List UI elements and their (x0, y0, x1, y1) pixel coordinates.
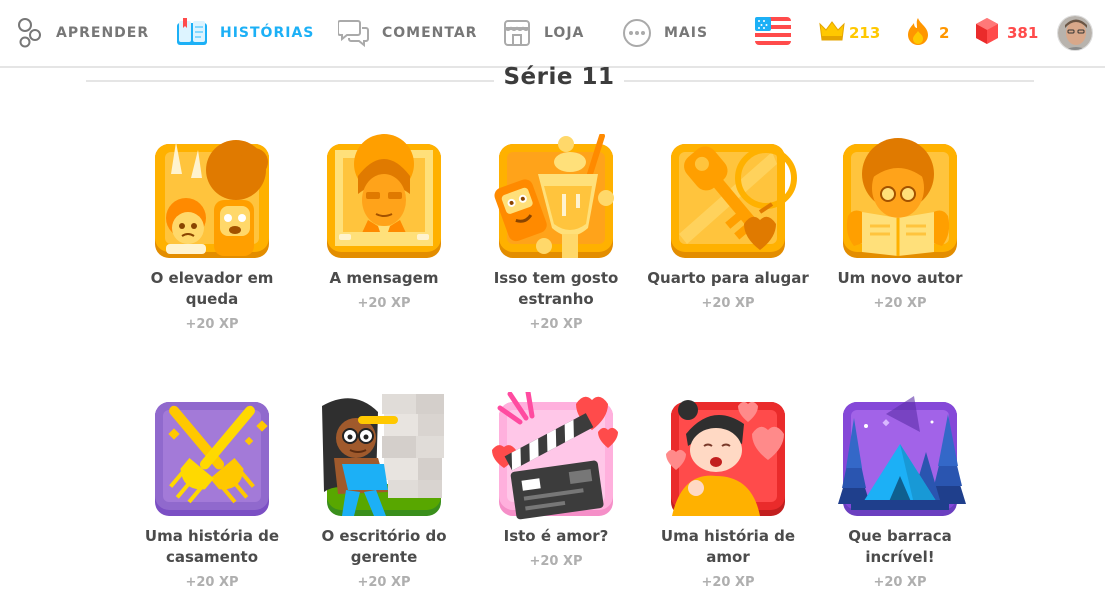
story-xp: +20 XP (529, 317, 583, 332)
crowns-count: 213 (849, 24, 881, 42)
nav-discuss[interactable]: COMENTAR (338, 16, 477, 50)
streak-counter[interactable]: 2 (906, 18, 949, 48)
nav-more-label: MAIS (664, 25, 709, 41)
gems-counter[interactable]: 381 (974, 18, 1038, 48)
shop-icon (502, 18, 532, 48)
story-card[interactable]: A mensagem +20 XP (298, 134, 470, 311)
story-xp: +20 XP (873, 575, 927, 590)
nav-learn-label: APRENDER (56, 25, 150, 41)
divider-right (624, 80, 1034, 82)
key-story-icon (642, 134, 814, 264)
nav-stories[interactable]: HISTÓRIAS (176, 16, 314, 50)
story-xp: +20 XP (873, 296, 927, 311)
book-icon (176, 18, 208, 48)
story-xp: +20 XP (185, 575, 239, 590)
gems-count: 381 (1007, 24, 1039, 42)
clapperboard-story-icon (470, 392, 642, 522)
story-title: Um novo autor (837, 269, 963, 287)
streak-count: 2 (939, 24, 950, 42)
story-title: Isto é amor? (503, 527, 609, 545)
story-xp: +20 XP (701, 296, 755, 311)
book-reader-story-icon (814, 134, 986, 264)
story-title: Quarto para alugar (647, 269, 809, 287)
more-icon (622, 18, 652, 48)
nav-more[interactable]: MAIS (622, 16, 708, 50)
story-card[interactable]: Que barraca incrível! +20 XP (814, 392, 986, 590)
language-selector[interactable] (755, 17, 791, 49)
series-title: Série 11 (503, 64, 615, 90)
story-card[interactable]: O elevador em queda +20 XP (126, 134, 298, 332)
story-card[interactable]: Isso tem gosto estranho +20 XP (470, 134, 642, 332)
forks-story-icon (126, 392, 298, 522)
story-card[interactable]: Uma história de amor +20 XP (642, 392, 814, 590)
story-title: Isso tem gosto estranho (493, 269, 619, 308)
nav-learn[interactable]: APRENDER (16, 16, 149, 50)
story-card[interactable]: Isto é amor? +20 XP (470, 392, 642, 569)
message-story-icon (298, 134, 470, 264)
gem-icon (974, 17, 1000, 49)
avatar[interactable] (1057, 15, 1093, 51)
story-card[interactable]: Quarto para alugar +20 XP (642, 134, 814, 311)
story-card[interactable]: Um novo autor +20 XP (814, 134, 986, 311)
boxes-story-icon (298, 392, 470, 522)
story-xp: +20 XP (529, 554, 583, 569)
drink-story-icon (470, 134, 642, 264)
story-title: O escritório do gerente (321, 527, 447, 566)
divider-left (86, 80, 494, 82)
us-flag-icon (755, 17, 791, 49)
story-xp: +20 XP (357, 575, 411, 590)
tent-story-icon (814, 392, 986, 522)
crown-icon (818, 20, 846, 46)
top-nav: APRENDER HISTÓRIAS COMENTAR LOJA MAIS 21… (0, 0, 1105, 68)
story-title: A mensagem (329, 269, 439, 287)
flame-icon (906, 17, 930, 49)
love-story-icon (642, 392, 814, 522)
crowns-counter[interactable]: 213 (818, 18, 880, 48)
chat-bubbles-icon (338, 18, 370, 48)
story-xp: +20 XP (185, 317, 239, 332)
story-card[interactable]: O escritório do gerente +20 XP (298, 392, 470, 590)
nav-discuss-label: COMENTAR (382, 25, 478, 41)
story-title: Uma história de amor (660, 527, 796, 566)
learn-icon (16, 16, 44, 50)
story-title: Que barraca incrível! (848, 527, 952, 566)
story-card[interactable]: Uma história de casamento +20 XP (126, 392, 298, 590)
story-xp: +20 XP (701, 575, 755, 590)
story-title: O elevador em queda (150, 269, 274, 308)
nav-stories-label: HISTÓRIAS (220, 25, 315, 41)
story-title: Uma história de casamento (144, 527, 280, 566)
nav-shop[interactable]: LOJA (502, 16, 584, 50)
story-xp: +20 XP (357, 296, 411, 311)
elevator-story-icon (126, 134, 298, 264)
nav-shop-label: LOJA (544, 25, 585, 41)
